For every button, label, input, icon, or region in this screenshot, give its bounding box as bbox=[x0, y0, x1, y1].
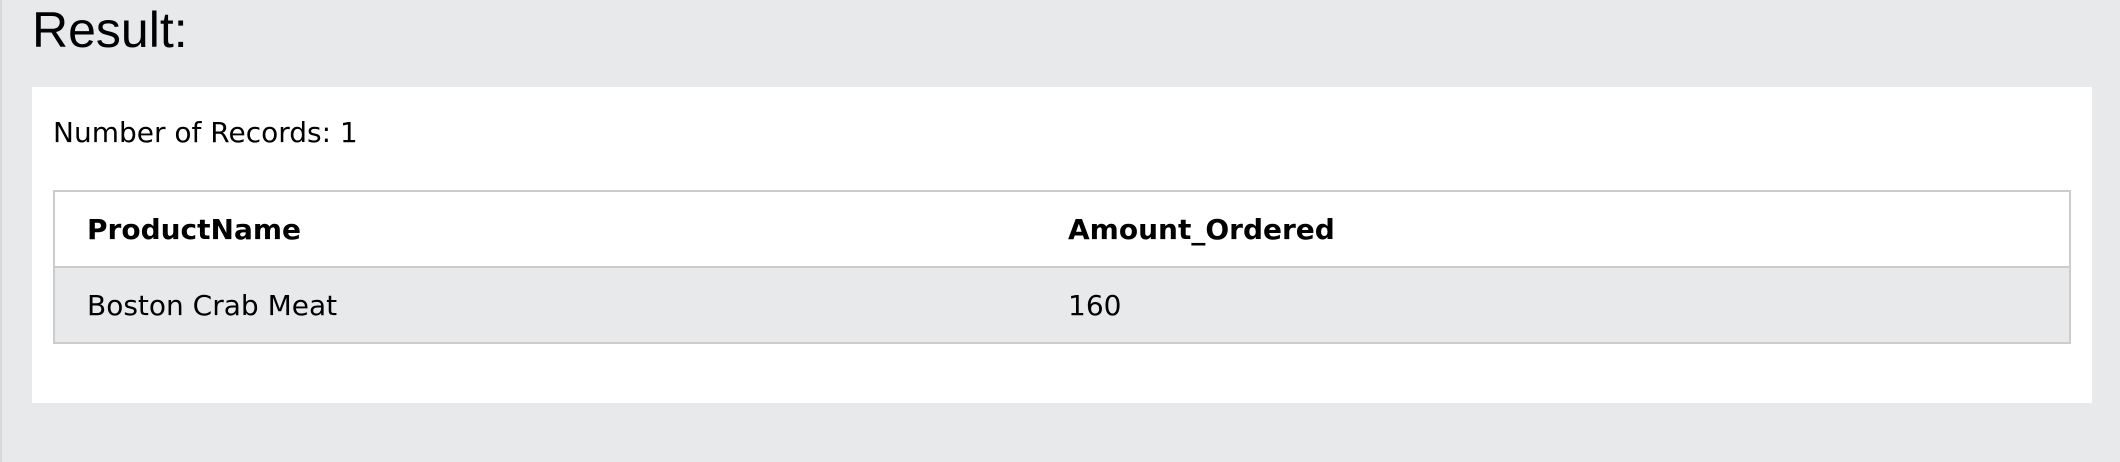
records-count: Number of Records: 1 bbox=[53, 116, 358, 149]
table-cell-productname: Boston Crab Meat bbox=[54, 266, 1036, 343]
result-table: ProductName Amount_Ordered Boston Crab M… bbox=[53, 190, 2071, 344]
page-left-border bbox=[0, 0, 2, 462]
column-header-amount-ordered: Amount_Ordered bbox=[1036, 191, 2070, 267]
column-header-productname: ProductName bbox=[54, 191, 1036, 267]
result-panel: Number of Records: 1 ProductName Amount_… bbox=[32, 87, 2092, 403]
result-heading: Result: bbox=[32, 2, 188, 58]
table-header-row: ProductName Amount_Ordered bbox=[54, 191, 2070, 267]
table-row: Boston Crab Meat 160 bbox=[54, 266, 2070, 343]
table-cell-amount-ordered: 160 bbox=[1036, 266, 2070, 343]
